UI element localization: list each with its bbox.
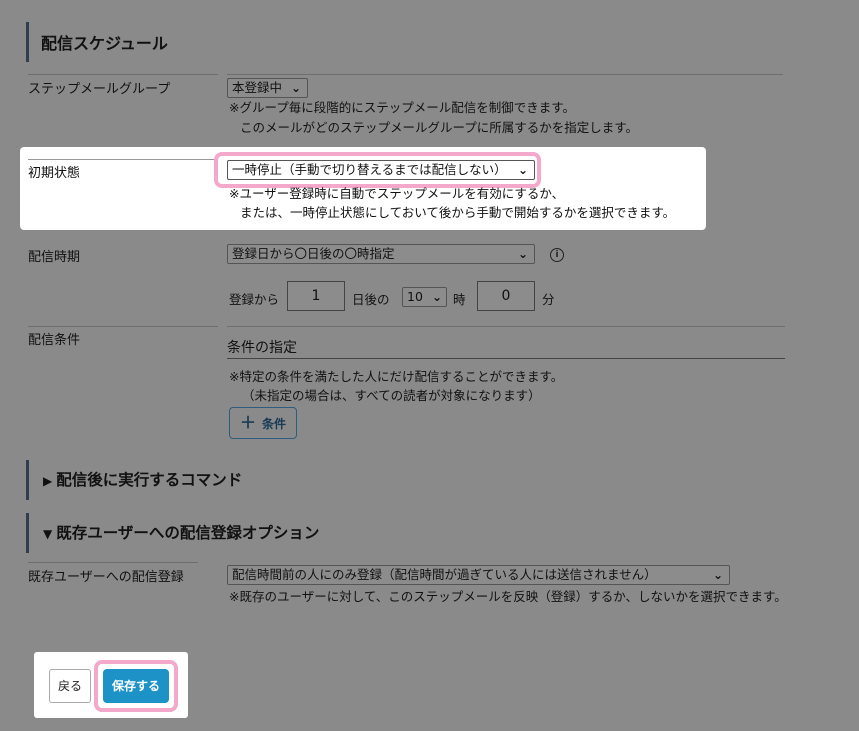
chevron-down-icon: ⌄ <box>712 568 723 582</box>
add-condition-label: 条件 <box>262 417 287 431</box>
hour-label: 時 <box>453 292 466 307</box>
section-title-schedule: 配信スケジュール <box>26 22 168 62</box>
add-condition-button[interactable]: ＋ 条件 <box>229 407 297 439</box>
plus-icon: ＋ <box>239 413 256 432</box>
existing-users-note: ※既存のユーザーに対して、このステップメールを反映（登録）するか、しないかを選択… <box>229 589 787 604</box>
triangle-down-icon: ▼ <box>43 527 53 541</box>
chevron-down-icon: ⌄ <box>290 81 301 95</box>
row-divider <box>28 562 198 563</box>
section-title-text: 配信スケジュール <box>41 34 168 53</box>
row-divider <box>28 326 218 327</box>
initial-state-note-1: ※ユーザー登録時に自動でステップメールを有効にするか、 <box>229 186 565 201</box>
timing-from-label: 登録から <box>229 292 280 307</box>
hour-select[interactable]: 10 ⌄ <box>402 287 447 307</box>
info-icon[interactable]: i <box>550 248 564 262</box>
condition-label: 配信条件 <box>28 333 81 348</box>
chevron-down-icon: ⌄ <box>431 290 442 304</box>
chevron-down-icon: ⌄ <box>517 247 528 261</box>
initial-state-label: 初期状態 <box>28 166 81 181</box>
post-command-toggle[interactable]: ▶ 配信後に実行するコマンド <box>26 460 242 500</box>
minute-label: 分 <box>542 292 555 307</box>
condition-note-1: ※特定の条件を満たした人にだけ配信することができます。 <box>229 369 564 384</box>
minute-input[interactable]: 0 <box>477 281 535 311</box>
existing-users-toggle[interactable]: ▼ 既存ユーザーへの配信登録オプション <box>26 513 319 553</box>
timing-value: 登録日から〇日後の〇時指定 <box>232 246 395 261</box>
step-group-value: 本登録中 <box>232 80 283 95</box>
step-group-note-2: このメールがどのステップメールグループに所属するかを指定します。 <box>240 120 639 135</box>
back-button[interactable]: 戻る <box>49 669 91 703</box>
hour-value: 10 <box>407 289 423 304</box>
timing-select[interactable]: 登録日から〇日後の〇時指定 ⌄ <box>227 244 535 264</box>
row-divider <box>227 74 783 75</box>
initial-state-note-2: または、一時停止状態にしておいて後から手動で開始するかを選択できます。 <box>240 205 676 220</box>
save-button[interactable]: 保存する <box>103 669 169 703</box>
days-after-label: 日後の <box>352 292 390 307</box>
existing-users-label: 既存ユーザーへの配信登録 <box>28 570 184 585</box>
row-divider <box>28 159 218 160</box>
condition-heading: 条件の指定 <box>227 340 297 356</box>
highlight-frame <box>214 152 541 188</box>
days-input[interactable]: 1 <box>287 281 345 311</box>
triangle-right-icon: ▶ <box>43 474 53 488</box>
row-divider <box>28 74 218 75</box>
timing-label: 配信時期 <box>28 250 81 265</box>
existing-users-select[interactable]: 配信時間前の人にのみ登録（配信時間が過ぎている人には送信されません） ⌄ <box>227 565 730 585</box>
existing-users-title: 既存ユーザーへの配信登録オプション <box>56 524 320 542</box>
row-divider <box>227 326 785 327</box>
existing-users-value: 配信時間前の人にのみ登録（配信時間が過ぎている人には送信されません） <box>232 567 657 582</box>
condition-note-2: （未指定の場合は、すべての読者が対象になります） <box>242 388 541 403</box>
step-group-note-1: ※グループ毎に段階的にステップメール配信を制御できます。 <box>229 100 575 115</box>
step-group-label: ステップメールグループ <box>28 82 171 97</box>
post-command-title: 配信後に実行するコマンド <box>56 471 243 489</box>
step-group-select[interactable]: 本登録中 ⌄ <box>227 78 308 98</box>
condition-underline <box>227 358 785 359</box>
